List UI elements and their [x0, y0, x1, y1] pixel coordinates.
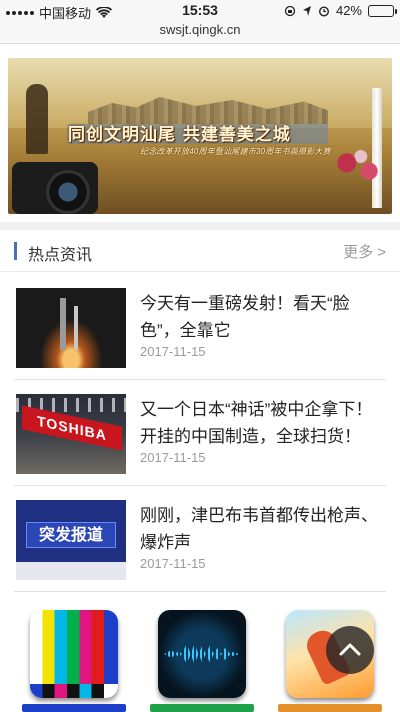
news-headline: 今天有一重磅发射！看天“脸色”，全靠它 — [140, 294, 350, 340]
location-icon — [302, 5, 311, 16]
banner-flowers — [330, 146, 386, 188]
banner-subtitle: 纪念改革开放40周年暨汕尾建市30周年书画摄影大赛 — [140, 147, 331, 156]
hot-news-header: 热点资讯 更多 > — [0, 232, 400, 272]
news-headline: 刚刚，津巴布韦首都传出枪声、爆炸声 — [140, 506, 378, 552]
banner-photographer-silhouette — [26, 84, 48, 154]
browser-header: 中国移动 15:53 42% swsjt.qingk.cn — [0, 0, 400, 44]
news-headline: 又一个日本“神话”被中企拿下！开挂的中国制造，全球扫货！ — [140, 400, 373, 446]
news-item[interactable]: 突发报道 刚刚，津巴布韦首都传出枪声、爆炸声 2017-11-15 — [14, 486, 386, 592]
section-divider — [0, 222, 400, 230]
thumbnail-band — [16, 562, 126, 580]
app-shelf-green — [150, 704, 254, 712]
breaking-news-thumbnail: 突发报道 — [16, 500, 126, 580]
news-date: 2017-11-15 — [140, 450, 206, 465]
screen-lock-icon — [284, 5, 296, 16]
banner-lens — [46, 170, 90, 214]
status-bar: 中国移动 15:53 42% — [0, 0, 400, 22]
alarm-icon — [318, 5, 329, 17]
promo-banner[interactable]: 同创文明汕尾 共建善美之城 纪念改革开放40周年暨汕尾建市30周年书画摄影大赛 — [8, 58, 392, 214]
app-shelf-orange — [278, 704, 382, 712]
news-date: 2017-11-15 — [140, 556, 206, 571]
sound-wave-icon[interactable] — [158, 610, 246, 698]
battery-percent: 42% — [335, 3, 362, 18]
toshiba-sign-thumbnail: TOSHIBA — [16, 394, 126, 474]
rocket — [74, 306, 78, 350]
chevron-up-icon — [339, 643, 361, 656]
banner-title: 同创文明汕尾 共建善美之城 — [68, 125, 291, 145]
section-accent-bar — [14, 242, 17, 260]
tv-color-bars-icon[interactable] — [30, 610, 118, 698]
app-shelf-blue — [22, 704, 126, 712]
launch-tower — [60, 298, 66, 350]
more-link[interactable]: 更多 > — [343, 241, 386, 262]
news-item[interactable]: TOSHIBA 又一个日本“神话”被中企拿下！开挂的中国制造，全球扫货！ 201… — [14, 380, 386, 486]
wave-shape — [164, 644, 240, 664]
news-date: 2017-11-15 — [140, 344, 206, 359]
news-item[interactable]: 今天有一重磅发射！看天“脸色”，全靠它 2017-11-15 — [14, 274, 386, 380]
battery-icon — [368, 4, 397, 17]
section-title: 热点资讯 — [28, 247, 93, 264]
url-bar[interactable]: swsjt.qingk.cn — [0, 22, 400, 37]
back-to-top-button[interactable] — [326, 626, 374, 674]
rocket-launch-thumbnail — [16, 288, 126, 368]
thumbnail-sign-text: TOSHIBA — [22, 405, 122, 451]
thumbnail-breaking-text: 突发报道 — [26, 522, 116, 548]
